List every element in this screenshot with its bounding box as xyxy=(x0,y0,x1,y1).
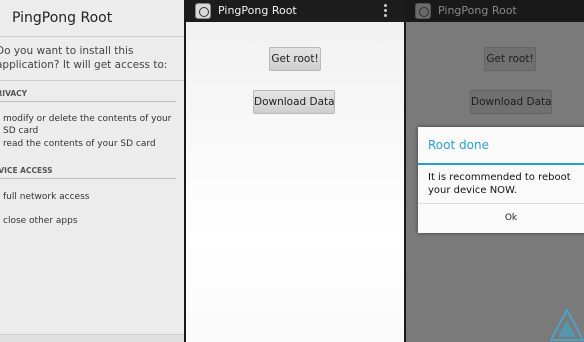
app-title: PingPong Root xyxy=(218,4,297,17)
title-divider xyxy=(0,36,184,37)
permission-item: full network access xyxy=(3,192,90,202)
install-title: PingPong Root xyxy=(12,10,113,26)
section-heading-device-access: DEVICE ACCESS xyxy=(0,166,53,175)
install-question: Do you want to install this application?… xyxy=(0,45,168,71)
download-data-button[interactable]: Download Data xyxy=(253,90,335,114)
permission-item: modify or delete the contents of your SD… xyxy=(3,114,172,136)
root-done-dialog: Root done It is recommended to reboot yo… xyxy=(418,127,584,233)
permission-item: read the contents of your SD card xyxy=(3,139,156,149)
section-heading-privacy: PRIVACY xyxy=(0,89,28,98)
action-bar: PingPong Root xyxy=(406,0,584,22)
dialog-title: Root done xyxy=(428,138,489,152)
get-root-button[interactable]: Get root! xyxy=(269,47,321,71)
overflow-menu-icon[interactable] xyxy=(384,4,388,18)
permission-item: close other apps xyxy=(3,216,78,226)
app-title: PingPong Root xyxy=(438,4,517,17)
action-bar: PingPong Root xyxy=(186,0,404,22)
app-screen: PingPong Root Get root! Download Data xyxy=(186,0,404,342)
section-rule xyxy=(0,178,176,179)
download-data-button: Download Data xyxy=(470,90,552,114)
pingpong-app-icon xyxy=(415,3,431,19)
install-screen: PingPong Root Do you want to install thi… xyxy=(0,0,184,342)
ok-button[interactable]: Ok xyxy=(418,204,584,233)
get-root-button: Get root! xyxy=(484,47,536,71)
dialog-screen: PingPong Root Get root! Download Data Ro… xyxy=(406,0,584,342)
question-divider xyxy=(0,80,184,81)
install-bottom-bar xyxy=(0,334,184,342)
pingpong-app-icon xyxy=(195,3,211,19)
section-rule xyxy=(0,101,176,102)
triangle-logo-watermark-icon xyxy=(550,307,584,341)
dialog-message: It is recommended to reboot your device … xyxy=(428,172,571,196)
dialog-title-rule xyxy=(418,163,584,165)
